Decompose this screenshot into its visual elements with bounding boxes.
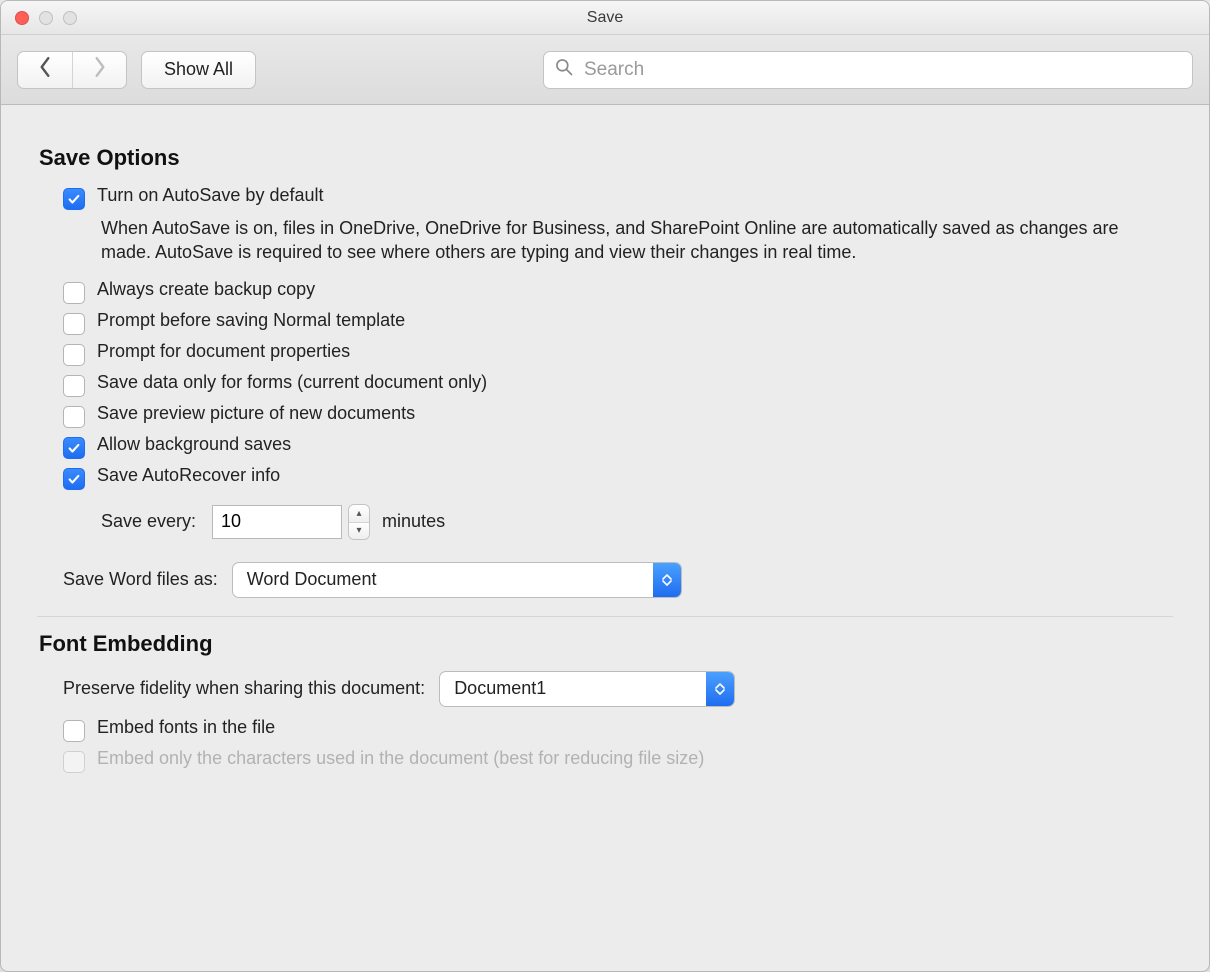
minimize-window-button[interactable] [39,11,53,25]
search-icon [554,57,574,82]
search-input[interactable] [582,58,1182,82]
autorecover-interval-label: Save every: [101,511,196,532]
chevron-right-icon [93,56,107,83]
updown-chevron-icon [706,672,734,706]
updown-chevron-icon [653,563,681,597]
autorecover-interval-unit: minutes [382,511,445,532]
preserve-fidelity-value: Document1 [454,678,546,699]
embed-subset-checkbox [63,751,85,773]
forms-data-checkbox[interactable] [63,375,85,397]
traffic-lights [15,11,77,25]
forward-button[interactable] [72,52,126,88]
save-options-heading: Save Options [39,145,1173,171]
nav-back-forward [17,51,127,89]
font-embedding-heading: Font Embedding [39,631,1173,657]
embed-fonts-checkbox[interactable] [63,720,85,742]
embed-fonts-label: Embed fonts in the file [97,717,275,738]
autorecover-interval-row: Save every: ▴ ▾ minutes [101,504,445,540]
section-divider [37,616,1173,617]
autorecover-label: Save AutoRecover info [97,465,280,486]
normal-template-checkbox[interactable] [63,313,85,335]
back-button[interactable] [18,52,72,88]
toolbar: Show All [1,35,1209,105]
preview-picture-label: Save preview picture of new documents [97,403,415,424]
content: Save Options Turn on AutoSave by default… [1,105,1209,971]
close-window-button[interactable] [15,11,29,25]
save-format-label: Save Word files as: [63,569,218,590]
backup-label: Always create backup copy [97,279,315,300]
stepper-down-icon[interactable]: ▾ [349,522,369,539]
preserve-fidelity-popup[interactable]: Document1 [439,671,735,707]
chevron-left-icon [38,56,52,83]
preview-picture-checkbox[interactable] [63,406,85,428]
embed-subset-label: Embed only the characters used in the do… [97,748,704,769]
save-format-popup[interactable]: Word Document [232,562,682,598]
zoom-window-button[interactable] [63,11,77,25]
doc-properties-checkbox[interactable] [63,344,85,366]
background-saves-checkbox[interactable] [63,437,85,459]
forms-data-label: Save data only for forms (current docume… [97,372,487,393]
preserve-fidelity-label: Preserve fidelity when sharing this docu… [63,678,425,699]
autorecover-interval-stepper[interactable]: ▴ ▾ [348,504,370,540]
preferences-window: Save Show All Save [0,0,1210,972]
save-format-value: Word Document [247,569,377,590]
autorecover-interval-input[interactable] [212,505,342,539]
window-title: Save [1,9,1209,27]
show-all-button[interactable]: Show All [141,51,256,89]
doc-properties-label: Prompt for document properties [97,341,350,362]
normal-template-label: Prompt before saving Normal template [97,310,405,331]
show-all-label: Show All [164,59,233,80]
autosave-checkbox[interactable] [63,188,85,210]
autosave-description: When AutoSave is on, files in OneDrive, … [101,216,1173,265]
autosave-label: Turn on AutoSave by default [97,185,324,206]
search-field[interactable] [543,51,1193,89]
autorecover-checkbox[interactable] [63,468,85,490]
stepper-up-icon[interactable]: ▴ [349,505,369,522]
backup-checkbox[interactable] [63,282,85,304]
background-saves-label: Allow background saves [97,434,291,455]
titlebar: Save [1,1,1209,35]
